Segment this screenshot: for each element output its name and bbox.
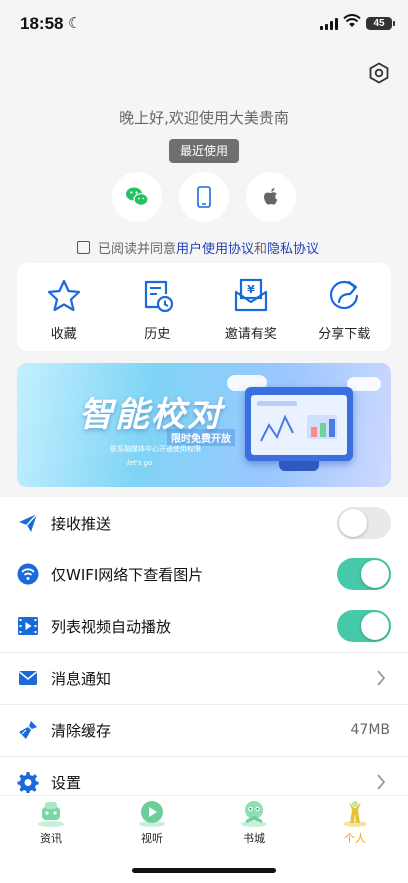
tab-bookstore[interactable]: 书城	[219, 798, 289, 846]
tab-news[interactable]: 资讯	[16, 798, 86, 846]
star-icon	[47, 279, 80, 312]
settings-row-clear-cache[interactable]: 清除缓存 47MB	[0, 704, 408, 756]
battery-indicator: 45	[366, 17, 395, 30]
settings-label: 消息通知	[51, 669, 112, 688]
wifi-status-icon	[343, 14, 361, 27]
settings-row-notifications[interactable]: 消息通知	[0, 652, 408, 704]
chevron-right-icon	[377, 670, 386, 686]
greeting-text: 晚上好,欢迎使用大美贵南	[119, 109, 289, 127]
privacy-policy-link[interactable]: 隐私协议	[267, 238, 319, 257]
share-icon	[330, 280, 359, 310]
quick-action-label: 历史	[144, 327, 171, 342]
settings-label: 接收推送	[51, 514, 112, 533]
wifi-icon	[17, 563, 39, 585]
banner-caption: 联系融媒体中心开通使用权限	[110, 445, 201, 453]
user-agreement-link[interactable]: 用户使用协议	[176, 238, 254, 257]
settings-label: 清除缓存	[51, 721, 112, 740]
home-indicator	[132, 868, 276, 873]
svg-text:¥: ¥	[247, 283, 255, 296]
news-icon	[38, 802, 64, 827]
apple-login-button[interactable]	[246, 172, 296, 222]
quick-action-share[interactable]: 分享下载	[298, 263, 392, 351]
agreement-and: 和	[254, 241, 268, 257]
banner-go-text: let's go	[127, 459, 153, 467]
quick-action-favorites[interactable]: 收藏	[17, 263, 111, 351]
agreement-prefix: 已阅读并同意	[98, 241, 177, 257]
settings-label: 列表视频自动播放	[51, 617, 172, 636]
quick-action-label: 邀请有奖	[224, 327, 277, 342]
status-bar: 18:58 ☾ 45	[0, 0, 408, 50]
gear-icon	[17, 772, 39, 793]
tab-media[interactable]: 视听	[117, 798, 187, 846]
wifi-images-toggle[interactable]	[337, 558, 391, 590]
cache-size-value: 47MB	[350, 722, 391, 738]
apple-icon	[264, 188, 278, 205]
signal-icon	[320, 18, 338, 30]
autoplay-toggle[interactable]	[337, 610, 391, 642]
settings-row-autoplay[interactable]: 列表视频自动播放	[0, 600, 408, 652]
chevron-right-icon	[377, 774, 386, 790]
quick-actions-card: 收藏 历史 ¥ 邀请有奖 分享下载	[17, 263, 391, 351]
settings-list: 接收推送 仅WIFI网络下查看图片 列表视频自动播放 消息通知 清除缓存 47M…	[0, 497, 408, 795]
status-time: 18:58	[20, 14, 64, 33]
push-toggle[interactable]	[337, 507, 391, 539]
hexagon-settings-icon[interactable]	[368, 62, 390, 84]
play-icon	[139, 801, 165, 827]
recent-used-badge: 最近使用	[169, 139, 239, 163]
wechat-icon	[126, 187, 149, 206]
broom-icon	[19, 721, 37, 739]
tab-label: 个人	[344, 832, 366, 845]
agreement-checkbox[interactable]	[77, 240, 90, 254]
banner-monitor-illustration	[245, 387, 353, 461]
quick-action-invite[interactable]: ¥ 邀请有奖	[204, 263, 298, 351]
settings-row-settings[interactable]: 设置	[0, 756, 408, 795]
history-icon	[145, 280, 174, 313]
quick-action-label: 收藏	[50, 327, 77, 342]
quick-action-label: 分享下载	[318, 327, 371, 342]
invite-reward-icon: ¥	[234, 278, 267, 312]
tab-personal[interactable]: 个人	[320, 798, 390, 846]
settings-row-wifi-images[interactable]: 仅WIFI网络下查看图片	[0, 548, 408, 600]
settings-label: 仅WIFI网络下查看图片	[51, 565, 204, 584]
settings-label: 设置	[51, 773, 82, 792]
phone-icon	[197, 186, 211, 208]
tab-label: 视听	[141, 832, 163, 845]
wechat-login-button[interactable]	[112, 172, 162, 222]
settings-row-push[interactable]: 接收推送	[0, 497, 408, 549]
phone-login-button[interactable]	[179, 172, 229, 222]
person-icon	[343, 801, 367, 827]
tab-label: 资讯	[40, 832, 62, 845]
tab-label: 书城	[243, 832, 265, 845]
quick-action-history[interactable]: 历史	[111, 263, 205, 351]
banner-monitor-stand	[279, 461, 319, 471]
agreement-row: 已阅读并同意 用户使用协议 和 隐私协议	[77, 238, 319, 257]
promo-banner[interactable]: 智能校对 限时免费开放 联系融媒体中心开通使用权限 let's go	[17, 363, 391, 487]
bookstore-icon	[241, 801, 267, 827]
paper-plane-icon	[19, 513, 38, 532]
video-icon	[18, 617, 38, 635]
moon-icon: ☾	[68, 14, 82, 32]
envelope-icon	[19, 671, 37, 685]
